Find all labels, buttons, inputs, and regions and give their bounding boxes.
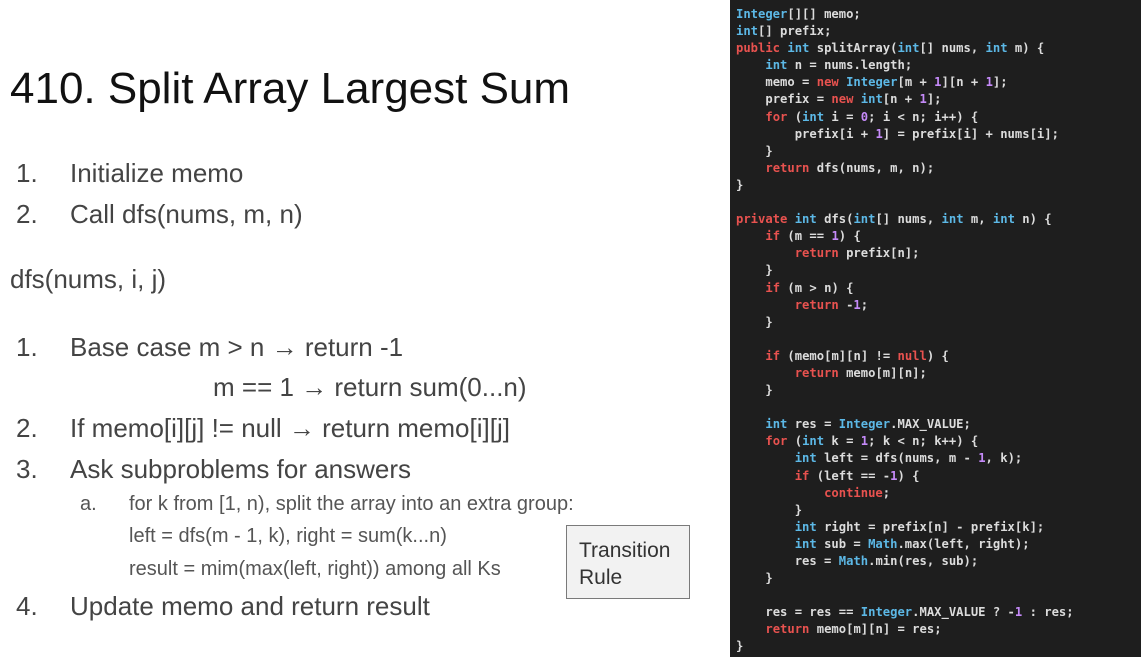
code-line: res = Math.min(res, sub);	[794, 554, 979, 568]
code-line: int res = Integer.MAX_VALUE;	[765, 417, 971, 432]
substep-line: result = mim(max(left, right)) among all…	[129, 558, 501, 580]
callout-line: Rule	[579, 566, 623, 589]
dfs-signature: dfs(nums, i, j)	[10, 264, 167, 294]
code-line: int n = nums.length;	[765, 58, 913, 73]
code-line: }	[736, 263, 773, 278]
step-number: 1.	[16, 332, 38, 362]
code-line: memo = new Integer[m + 1][n + 1];	[765, 75, 1008, 90]
code-line: }	[736, 177, 744, 192]
page-title: 410. Split Array Largest Sum	[10, 64, 571, 113]
code-line: }	[736, 314, 773, 329]
code-line: return memo[m][n] = res;	[765, 622, 942, 637]
code-line: private int dfs(int[] nums, int m, int n…	[736, 212, 1052, 227]
substep-line: for k from [1, n), split the array into …	[129, 493, 574, 515]
code-line: continue;	[824, 485, 891, 500]
step-number: 4.	[16, 591, 38, 621]
code-line: res = res == Integer.MAX_VALUE ? -1 : re…	[765, 605, 1074, 620]
code-line: Integer[][] memo;	[736, 7, 861, 21]
code-line: return memo[m][n];	[794, 365, 927, 380]
code-line: for (int k = 1; k < n; k++) {	[765, 434, 979, 449]
step-text: Base case m > n → return -1	[70, 332, 404, 362]
code-line: for (int i = 0; i < n; i++) {	[765, 109, 979, 124]
step-number: 1.	[16, 158, 38, 188]
code-line: int sub = Math.max(left, right);	[794, 536, 1030, 551]
code-line: }	[736, 639, 744, 654]
code-line: }	[736, 383, 773, 398]
step-number: 2.	[16, 199, 38, 229]
slide-panel: 410. Split Array Largest Sum 1. Initiali…	[0, 0, 725, 657]
callout-line: Transition	[579, 539, 671, 562]
code-line: if (m == 1) {	[765, 229, 861, 244]
step-number: 2.	[16, 413, 38, 443]
code-line: return -1;	[794, 297, 869, 312]
code-line: return dfs(nums, m, n);	[765, 160, 935, 175]
code-line: }	[736, 143, 773, 158]
code-line: int[] prefix;	[736, 24, 832, 39]
step-number: 3.	[16, 454, 38, 484]
step-text: Ask subproblems for answers	[70, 454, 412, 484]
substep-line: left = dfs(m - 1, k), right = sum(k...n)	[129, 525, 447, 547]
code-line: if (memo[m][n] != null) {	[765, 348, 949, 363]
code-line: prefix[i + 1] = prefix[i] + nums[i];	[794, 126, 1059, 141]
code-line: int left = dfs(nums, m - 1, k);	[794, 451, 1023, 466]
transition-rule-callout: Transition Rule	[566, 525, 690, 599]
code-line: if (m > n) {	[765, 280, 854, 295]
code-line: return prefix[n];	[794, 246, 920, 261]
step-text: m == 1 → return sum(0...n)	[213, 372, 527, 402]
code-line: }	[736, 571, 773, 586]
code-editor: Integer[][] memo; int[] prefix; public int…	[730, 0, 1141, 657]
code-line: public int splitArray(int[] nums, int m)…	[736, 41, 1045, 56]
code-block: Integer[][] memo; int[] prefix; public int…	[730, 0, 1141, 656]
code-line: int right = prefix[n] - prefix[k];	[794, 519, 1045, 534]
step-text: If memo[i][j] != null → return memo[i][j…	[70, 413, 510, 443]
step-text: Call dfs(nums, m, n)	[70, 199, 303, 229]
code-line: if (left == -1) {	[794, 468, 920, 483]
step-text: Update memo and return result	[70, 591, 430, 621]
code-line: prefix = new int[n + 1];	[765, 92, 942, 107]
substep-letter: a.	[80, 493, 97, 515]
code-line: }	[736, 502, 803, 517]
step-text: Initialize memo	[70, 158, 244, 188]
